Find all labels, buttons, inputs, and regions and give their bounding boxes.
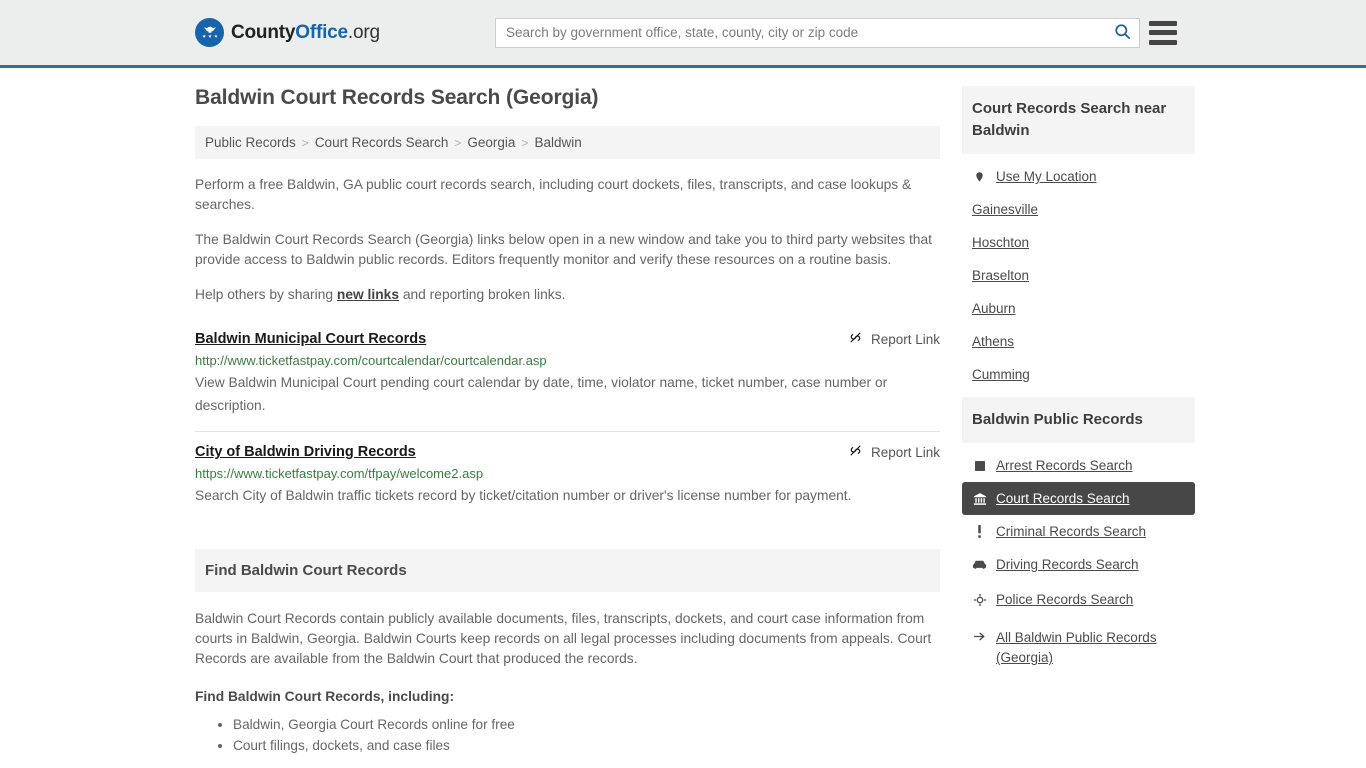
sidebar-item-label: Cumming <box>972 367 1030 382</box>
breadcrumb-separator: > <box>301 135 309 150</box>
sidebar-item-label: Hoschton <box>972 235 1030 250</box>
report-link-button[interactable]: Report Link <box>848 443 940 461</box>
find-records-heading: Find Baldwin Court Records <box>195 549 940 592</box>
sidebar-item-label: Gainesville <box>972 202 1039 217</box>
sidebar-item-label: Arrest Records Search <box>996 458 1133 473</box>
list-item: Baldwin, Georgia Court Records online fo… <box>233 715 940 735</box>
intro-paragraph-1: Perform a free Baldwin, GA public court … <box>195 177 912 212</box>
sidebar-item-police-records-search[interactable]: Police Records Search <box>962 581 1195 619</box>
result-header: Baldwin Municipal Court Records Report L… <box>195 331 940 348</box>
breadcrumb-separator: > <box>521 135 529 150</box>
search-bar[interactable] <box>495 17 1140 48</box>
sidebar-nearby-box: Court Records Search near Baldwin Use My… <box>962 86 1195 391</box>
search-button[interactable] <box>1105 19 1139 47</box>
sidebar-item-label: Criminal Records Search <box>996 524 1147 539</box>
sidebar: Court Records Search near Baldwin Use My… <box>962 86 1195 683</box>
breadcrumb-separator: > <box>454 135 462 150</box>
sidebar-nearby-heading: Court Records Search near Baldwin <box>962 86 1195 154</box>
arrow-right-icon <box>972 630 987 643</box>
logo-text-county: County <box>231 21 296 43</box>
page-title: Baldwin Court Records Search (Georgia) <box>195 86 599 109</box>
report-link-button[interactable]: Report Link <box>848 330 940 348</box>
logo-text-tld: .org <box>347 21 380 43</box>
sidebar-item-arrest-records-search[interactable]: Arrest Records Search <box>962 449 1195 482</box>
share-text-after: and reporting broken links. <box>399 287 566 302</box>
broken-link-icon <box>848 443 863 461</box>
sidebar-public-records-box: Baldwin Public Records Arrest Records Se… <box>962 397 1195 677</box>
list-item: Court filings, dockets, and case files <box>233 736 940 756</box>
find-records-list-lead: Find Baldwin Court Records, including: <box>195 689 455 704</box>
report-link-label: Report Link <box>870 444 940 460</box>
building-square-icon <box>972 460 987 472</box>
breadcrumb-item-public-records[interactable]: Public Records <box>205 135 296 150</box>
result-url[interactable]: http://www.ticketfastpay.com/courtcalend… <box>195 353 940 368</box>
hamburger-menu-icon[interactable] <box>1149 20 1179 45</box>
eagle-seal-icon <box>195 18 224 47</box>
logo-wordmark: CountyOffice.org <box>231 22 380 44</box>
page-body: Baldwin Court Records Search (Georgia) P… <box>0 68 1366 757</box>
main-content: Baldwin Court Records Search (Georgia) P… <box>195 86 940 757</box>
courthouse-icon <box>972 492 987 506</box>
exclamation-icon <box>972 524 987 539</box>
result-description: Search City of Baldwin traffic tickets r… <box>195 488 852 503</box>
result-item: Baldwin Municipal Court Records Report L… <box>195 325 940 431</box>
sidebar-item-label: Police Records Search <box>996 590 1133 610</box>
result-url[interactable]: https://www.ticketfastpay.com/tfpay/welc… <box>195 466 940 481</box>
sidebar-item-use-my-location[interactable]: Use My Location <box>962 160 1195 193</box>
find-records-paragraph: Baldwin Court Records contain publicly a… <box>195 611 932 666</box>
intro-paragraph-3: Help others by sharing new links and rep… <box>195 285 940 305</box>
intro-paragraph-2: The Baldwin Court Records Search (Georgi… <box>195 232 932 267</box>
sidebar-item-criminal-records-search[interactable]: Criminal Records Search <box>962 515 1195 548</box>
sidebar-item-cumming[interactable]: Cumming <box>962 358 1195 391</box>
result-header: City of Baldwin Driving Records Report L… <box>195 444 940 461</box>
sidebar-public-records-list: Arrest Records Search Court Records Sear… <box>962 443 1195 677</box>
sidebar-item-label-text: Police Records Search <box>996 592 1134 607</box>
sidebar-item-label: Use My Location <box>996 169 1097 184</box>
sidebar-item-label: Braselton <box>972 268 1030 283</box>
sidebar-item-label: Driving Records Search <box>996 557 1139 572</box>
share-text-before: Help others by sharing <box>195 287 337 302</box>
result-item: City of Baldwin Driving Records Report L… <box>195 431 940 521</box>
logo-text-office: Office <box>295 21 348 43</box>
menu-bar-1 <box>1149 20 1177 26</box>
menu-bar-2 <box>1149 30 1177 35</box>
site-logo[interactable]: CountyOffice.org <box>195 18 380 47</box>
sidebar-item-hoschton[interactable]: Hoschton <box>962 226 1195 259</box>
sidebar-item-label: Athens <box>972 334 1015 349</box>
sidebar-item-gainesville[interactable]: Gainesville <box>962 193 1195 226</box>
sidebar-item-court-records-search[interactable]: Court Records Search <box>962 482 1195 515</box>
breadcrumb-item-georgia[interactable]: Georgia <box>467 135 515 150</box>
results-list: Baldwin Municipal Court Records Report L… <box>195 325 940 521</box>
sidebar-item-label: All Baldwin Public Records (Georgia) <box>996 630 1157 665</box>
search-input[interactable] <box>496 18 1105 47</box>
police-badge-icon <box>972 593 987 607</box>
sidebar-item-label: Court Records Search <box>996 491 1130 506</box>
sidebar-item-braselton[interactable]: Braselton <box>962 259 1195 292</box>
sidebar-item-all-baldwin-public-records[interactable]: All Baldwin Public Records (Georgia) <box>962 619 1195 677</box>
result-title-link[interactable]: Baldwin Municipal Court Records <box>195 331 426 347</box>
new-links-link[interactable]: new links <box>337 287 399 302</box>
report-link-label: Report Link <box>870 331 940 347</box>
sidebar-item-auburn[interactable]: Auburn <box>962 292 1195 325</box>
site-header: CountyOffice.org <box>0 0 1366 68</box>
menu-bar-3 <box>1149 39 1177 45</box>
intro-text: Perform a free Baldwin, GA public court … <box>195 175 940 305</box>
result-description: View Baldwin Municipal Court pending cou… <box>195 375 888 413</box>
broken-link-icon <box>848 330 863 348</box>
sidebar-item-driving-records-search[interactable]: Driving Records Search <box>962 548 1195 581</box>
find-records-body: Baldwin Court Records contain publicly a… <box>195 609 940 756</box>
sidebar-item-athens[interactable]: Athens <box>962 325 1195 358</box>
car-icon <box>972 559 987 570</box>
sidebar-public-records-heading: Baldwin Public Records <box>962 397 1195 443</box>
breadcrumb-item-court-records-search[interactable]: Court Records Search <box>315 135 449 150</box>
search-icon <box>1113 22 1132 44</box>
find-records-list: Baldwin, Georgia Court Records online fo… <box>195 715 940 756</box>
sidebar-item-label: Auburn <box>972 301 1016 316</box>
map-pin-icon <box>972 170 987 184</box>
sidebar-nearby-list: Use My Location Gainesville Hoschton Bra… <box>962 154 1195 391</box>
breadcrumb-item-baldwin[interactable]: Baldwin <box>534 135 581 150</box>
result-title-link[interactable]: City of Baldwin Driving Records <box>195 444 416 460</box>
breadcrumb: Public Records > Court Records Search > … <box>195 126 940 159</box>
